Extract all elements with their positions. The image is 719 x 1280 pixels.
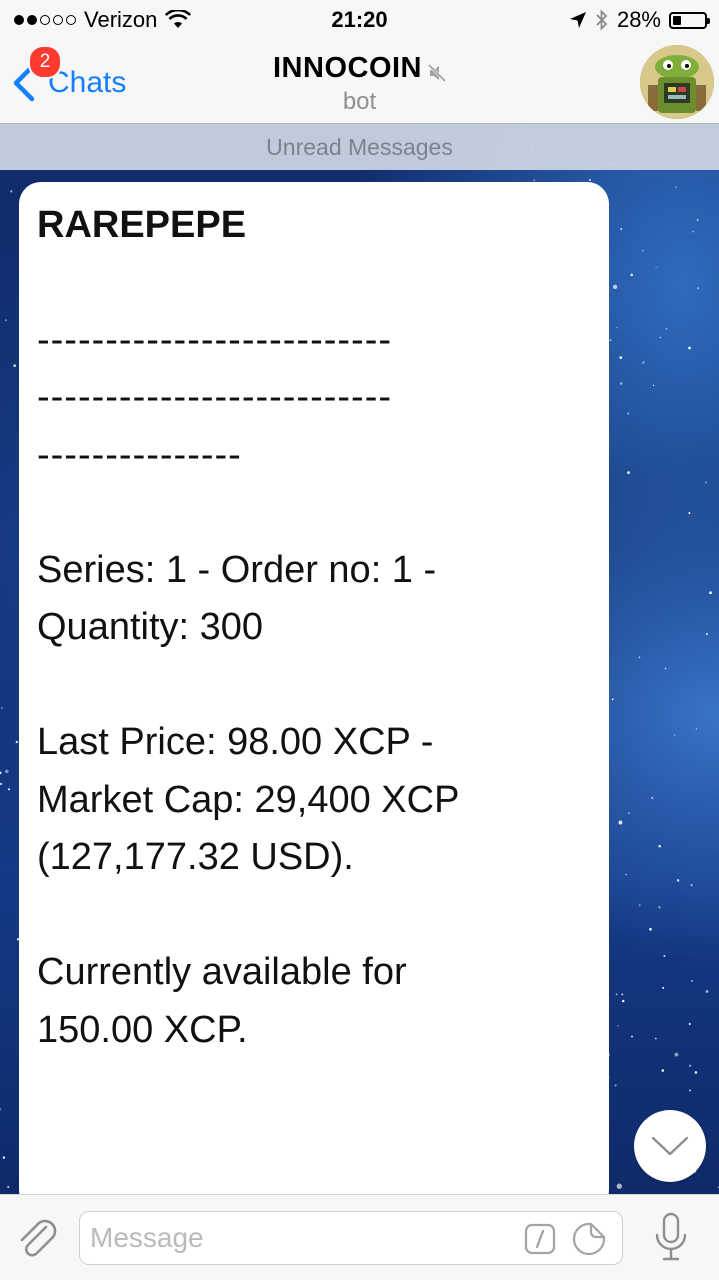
bluetooth-icon [596,9,608,31]
avatar-image [640,45,714,119]
message-line: 150.00 XCP. [37,1008,248,1051]
message-line [37,657,591,715]
muted-speaker-icon [428,63,446,82]
message-line: Series: 1 - Order no: 1 - [37,548,437,591]
message-line: -------------------------- [37,376,393,418]
message-composer [0,1194,719,1280]
message-line: Quantity: 300 [37,606,264,648]
bot-commands-icon[interactable] [524,1223,556,1255]
message-body: -------------------------- --------------… [37,254,591,1213]
message-line: -------------------------- [37,318,393,361]
message-line [37,484,591,542]
status-bar: Verizon 21:20 28% [0,0,719,40]
microphone-icon[interactable] [652,1211,690,1265]
message-bubble[interactable]: RAREPEPE -------------------------- -----… [19,182,609,1212]
chat-title-area[interactable]: INNOCOIN bot [0,52,719,116]
battery-percent: 28% [616,7,661,32]
unread-messages-divider: Unread Messages [0,124,719,170]
chat-header: Chats 2 INNOCOIN bot [0,40,719,124]
battery-icon [669,11,710,29]
message-line: Currently available for [37,951,407,993]
sticker-icon[interactable] [572,1222,606,1256]
message-line [37,887,591,945]
chat-subtitle: bot [342,88,377,115]
scroll-to-bottom-button[interactable] [634,1110,706,1182]
message-line: Last Price: 98.00 XCP - [37,721,434,763]
message-title: RAREPEPE [37,204,247,246]
chevron-down-icon [651,1136,689,1156]
paperclip-icon[interactable] [16,1215,60,1261]
bot-avatar[interactable] [640,45,714,119]
message-line: (127,177.32 USD). [37,836,354,878]
message-line [37,254,591,312]
chat-title: INNOCOIN [273,52,422,84]
message-line [37,1117,591,1175]
message-line: Market Cap: 29,400 XCP [37,778,460,821]
message-line [37,1059,591,1117]
message-line: --------------- [37,433,242,476]
location-arrow-icon [569,12,586,28]
